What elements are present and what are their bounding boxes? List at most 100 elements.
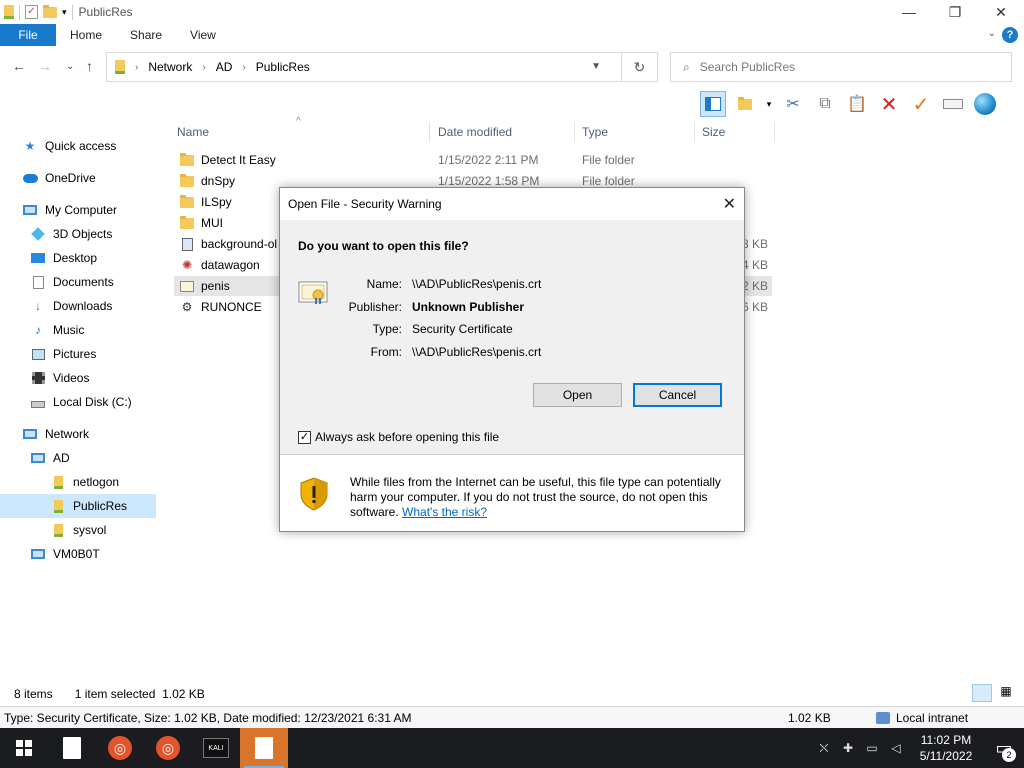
file-type: File folder <box>582 153 635 167</box>
tab-file[interactable]: File <box>0 24 56 46</box>
sidebar-item-downloads[interactable]: ↓ Downloads <box>0 294 156 318</box>
time: 11:02 PM <box>920 733 972 747</box>
network-icon[interactable]: ▭ <box>860 741 884 755</box>
date: 5/11/2022 <box>919 749 973 763</box>
chevron-right-icon[interactable]: › <box>135 62 138 73</box>
breadcrumb-publicres[interactable]: PublicRes <box>256 60 310 74</box>
tab-home[interactable]: Home <box>56 24 116 46</box>
help-button[interactable]: ? <box>1002 27 1018 43</box>
sidebar-item-netlogon[interactable]: netlogon <box>0 470 156 494</box>
windows-icon <box>16 740 32 756</box>
chevron-right-icon[interactable]: › <box>202 62 205 73</box>
search-placeholder: Search PublicRes <box>699 60 796 74</box>
tab-view[interactable]: View <box>176 24 230 46</box>
dropdown-icon[interactable]: ▾ <box>764 91 774 117</box>
new-folder-icon[interactable] <box>43 4 57 18</box>
recent-locations-icon[interactable]: ⌄ <box>66 61 74 72</box>
search-input[interactable]: ⌕ Search PublicRes <box>670 52 1012 82</box>
chevron-right-icon[interactable]: › <box>242 62 245 73</box>
expand-ribbon-icon[interactable]: ⌄ <box>988 28 996 39</box>
rename-icon[interactable] <box>940 91 966 117</box>
tab-share[interactable]: Share <box>116 24 176 46</box>
notifications-button[interactable]: ▭ 2 <box>984 728 1024 768</box>
file-name: Detect It Easy <box>201 153 276 167</box>
taskbar-explorer[interactable] <box>240 728 288 768</box>
computer-icon <box>30 451 46 465</box>
security-icon[interactable]: ✚ <box>836 741 860 755</box>
sort-up-icon: ^ <box>296 116 301 127</box>
whats-the-risk-link[interactable]: What's the risk? <box>402 505 487 519</box>
taskbar-file-1[interactable] <box>48 728 96 768</box>
up-button[interactable]: ↑ <box>86 58 93 74</box>
gear-file-icon: ✺ <box>181 258 193 272</box>
large-icons-view-button[interactable]: ▦ <box>996 684 1016 702</box>
name-value: \\AD\PublicRes\penis.crt <box>412 277 542 291</box>
sidebar-item-desktop[interactable]: Desktop <box>0 246 156 270</box>
separator <box>71 4 73 20</box>
column-size[interactable]: Size <box>695 122 775 142</box>
address-dropdown-icon[interactable]: ▼ <box>591 61 601 72</box>
forward-button[interactable]: → <box>38 58 52 74</box>
sidebar-item-pictures[interactable]: Pictures <box>0 342 156 366</box>
sidebar-item-publicres[interactable]: PublicRes <box>0 494 156 518</box>
sidebar-item-ad[interactable]: AD <box>0 446 156 470</box>
details-view-button[interactable] <box>972 684 992 702</box>
column-type[interactable]: Type <box>575 122 695 142</box>
folder-options-icon[interactable] <box>732 91 758 117</box>
status-bar: 8 items 1 item selected 1.02 KB ▦ <box>0 684 1024 704</box>
close-button[interactable]: ✕ <box>978 0 1024 24</box>
sidebar-item-onedrive[interactable]: OneDrive <box>0 166 156 190</box>
paste-icon[interactable]: 📋 <box>844 91 870 117</box>
copy-icon[interactable]: ⧉ <box>812 91 838 117</box>
back-button[interactable]: ← <box>12 58 26 74</box>
window-title: PublicRes <box>78 5 133 19</box>
breadcrumb-network[interactable]: Network <box>148 60 192 74</box>
breadcrumb-ad[interactable]: AD <box>216 60 233 74</box>
open-button[interactable]: Open <box>533 383 622 407</box>
sidebar-item-local-disk-c[interactable]: Local Disk (C:) <box>0 390 156 414</box>
sidebar-item-quick-access[interactable]: ★ Quick access <box>0 134 156 158</box>
share-folder-icon[interactable] <box>4 5 14 19</box>
maximize-button[interactable]: ❐ <box>932 0 978 24</box>
quick-toolbar: ▾ ✂ ⧉ 📋 ✕ ✓ <box>700 90 998 118</box>
minimize-button[interactable]: — <box>886 0 932 24</box>
title-bar: ✓ ▾ PublicRes — ❐ ✕ <box>0 0 1024 24</box>
sidebar-item-sysvol[interactable]: sysvol <box>0 518 156 542</box>
sidebar-item-music[interactable]: ♪ Music <box>0 318 156 342</box>
start-button[interactable] <box>0 728 48 768</box>
taskbar-kali[interactable]: KALI <box>192 728 240 768</box>
taskbar-ubuntu-1[interactable]: ◎ <box>96 728 144 768</box>
properties-icon[interactable]: ✓ <box>25 5 38 19</box>
always-ask-checkbox-row[interactable]: ✓ Always ask before opening this file <box>298 430 499 444</box>
chevron-down-icon[interactable]: ▾ <box>62 7 67 18</box>
delete-icon[interactable]: ✕ <box>876 91 902 117</box>
warning-text: While files from the Internet can be use… <box>350 475 730 520</box>
taskbar-ubuntu-2[interactable]: ◎ <box>144 728 192 768</box>
sidebar-item-videos[interactable]: Videos <box>0 366 156 390</box>
always-ask-checkbox[interactable]: ✓ <box>298 430 311 444</box>
cancel-button[interactable]: Cancel <box>633 383 722 407</box>
sidebar-item-network[interactable]: Network <box>0 422 156 446</box>
sidebar-item-vm0b0t[interactable]: VM0B0T <box>0 542 156 566</box>
always-ask-label[interactable]: Always ask before opening this file <box>315 430 499 444</box>
check-icon[interactable]: ✓ <box>908 91 934 117</box>
refresh-button[interactable]: ↻ <box>621 53 657 81</box>
network-off-icon[interactable]: ⛌ <box>812 741 836 756</box>
clock[interactable]: 11:02 PM 5/11/2022 <box>908 732 984 764</box>
zone-info: Local intranet <box>876 711 968 725</box>
file-date: 1/15/2022 2:11 PM <box>438 153 539 167</box>
volume-icon[interactable]: ◁ <box>884 741 908 755</box>
sidebar-item-label: sysvol <box>73 523 107 537</box>
sidebar-item-my-computer[interactable]: My Computer <box>0 198 156 222</box>
sidebar-item-label: Desktop <box>53 251 98 265</box>
sidebar-item-3d-objects[interactable]: 3D Objects <box>0 222 156 246</box>
globe-icon[interactable] <box>972 91 998 117</box>
dialog-close-button[interactable]: ✕ <box>723 194 736 214</box>
address-bar[interactable]: › Network › AD › PublicRes ▼ ↻ <box>106 52 658 82</box>
sidebar-item-documents[interactable]: Documents <box>0 270 156 294</box>
column-date-modified[interactable]: Date modified <box>431 122 575 142</box>
preview-pane-icon[interactable] <box>700 91 726 117</box>
cut-icon[interactable]: ✂ <box>780 91 806 117</box>
file-row[interactable]: Detect It Easy 1/15/2022 2:11 PM File fold… <box>174 150 772 170</box>
cloud-icon <box>22 171 38 185</box>
